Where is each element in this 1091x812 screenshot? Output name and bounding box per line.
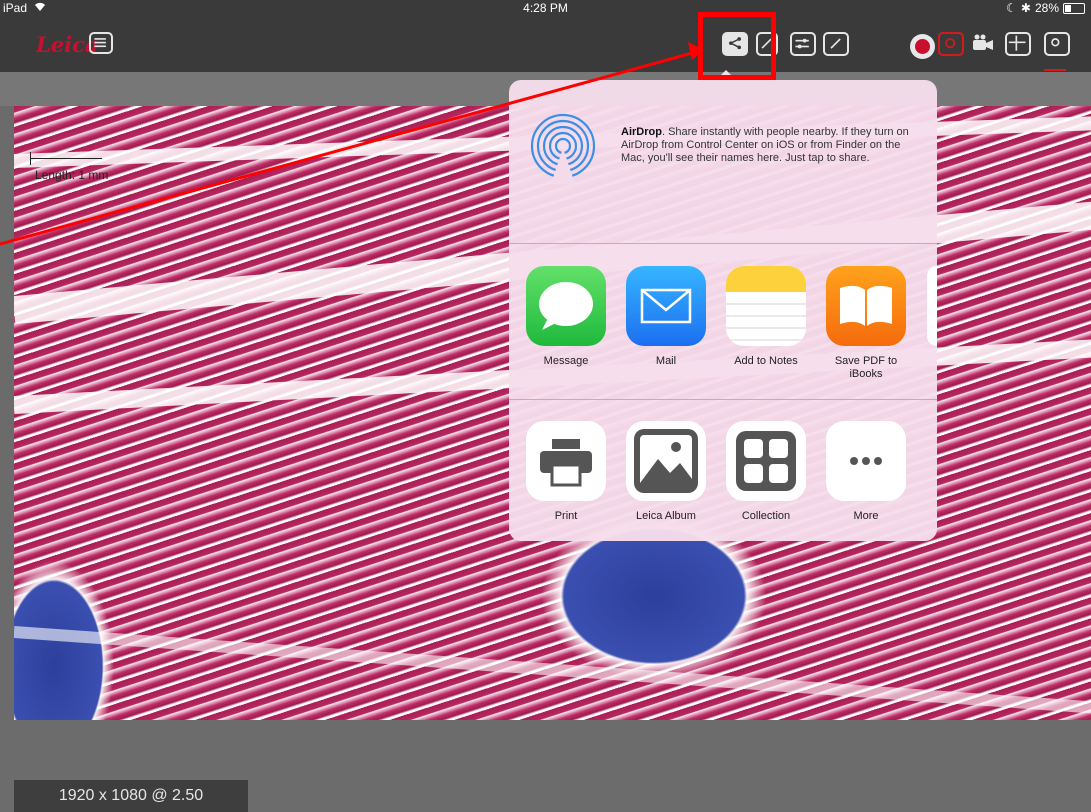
- annotation-arrow: [0, 42, 704, 246]
